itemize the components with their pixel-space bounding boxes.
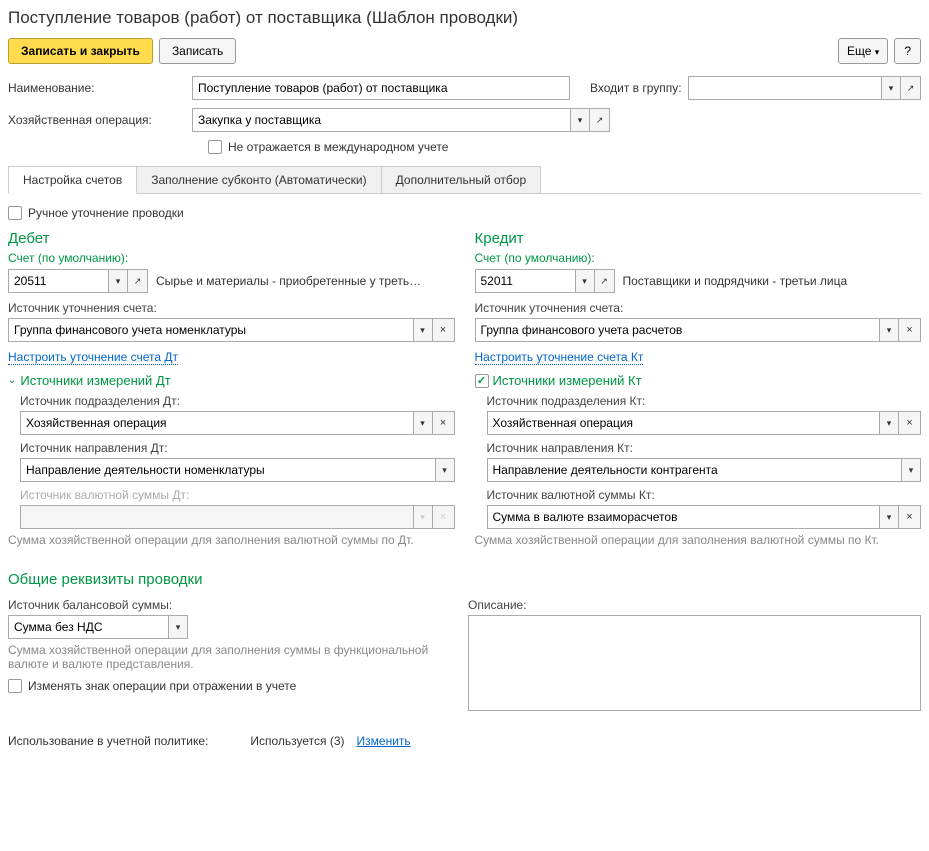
save-button[interactable]: Записать [159, 38, 236, 64]
usage-label: Использование в учетной политике: [8, 734, 208, 748]
credit-src-input[interactable] [475, 318, 880, 342]
debit-src-dropdown[interactable]: ▾ [413, 318, 433, 342]
debit-title: Дебет [8, 230, 455, 247]
credit-account-desc: Поставщики и подрядчики - третьи лица [623, 274, 922, 288]
desc-label: Описание: [468, 598, 921, 612]
credit-account-input[interactable] [475, 269, 575, 293]
credit-account-open[interactable]: ↗ [595, 269, 615, 293]
group-dropdown-button[interactable]: ▾ [881, 76, 901, 100]
operation-label: Хозяйственная операция: [8, 113, 186, 127]
debit-hint: Сумма хозяйственной операции для заполне… [8, 533, 455, 547]
balance-label: Источник балансовой суммы: [8, 598, 448, 612]
credit-sub-dropdown[interactable]: ▾ [879, 411, 899, 435]
credit-column: Кредит Счет (по умолчанию): ▾ ↗ Поставщи… [475, 230, 922, 555]
credit-sub-label: Источник подразделения Кт: [487, 394, 922, 408]
no-intl-label: Не отражается в международном учете [228, 140, 448, 154]
invert-label: Изменять знак операции при отражении в у… [28, 679, 296, 693]
save-close-button[interactable]: Записать и закрыть [8, 38, 153, 64]
toolbar: Записать и закрыть Записать Еще ▾ ? [8, 38, 921, 64]
usage-value: Используется (3) [250, 734, 344, 748]
credit-cur-clear[interactable]: × [899, 505, 921, 529]
credit-dir-dropdown[interactable]: ▾ [901, 458, 921, 482]
debit-dims-expand[interactable]: ⌄ Источники измерений Дт [8, 373, 455, 388]
tab-subconto[interactable]: Заполнение субконто (Автоматически) [136, 166, 381, 193]
credit-dir-label: Источник направления Кт: [487, 441, 922, 455]
debit-dir-dropdown[interactable]: ▾ [435, 458, 455, 482]
debit-dir-label: Источник направления Дт: [20, 441, 455, 455]
credit-cur-dropdown[interactable]: ▾ [879, 505, 899, 529]
debit-cur-clear: × [433, 505, 455, 529]
group-open-button[interactable]: ↗ [901, 76, 921, 100]
debit-cur-input [20, 505, 413, 529]
debit-tune-link[interactable]: Настроить уточнение счета Дт [8, 350, 178, 365]
credit-title: Кредит [475, 230, 922, 247]
common-title: Общие реквизиты проводки [8, 571, 921, 588]
debit-cur-dropdown: ▾ [413, 505, 433, 529]
balance-hint: Сумма хозяйственной операции для заполне… [8, 643, 448, 671]
debit-sub-label: Источник подразделения Дт: [20, 394, 455, 408]
credit-dims-checkbox[interactable] [475, 374, 489, 388]
debit-sub-input[interactable] [20, 411, 413, 435]
usage-change-link[interactable]: Изменить [357, 734, 411, 748]
description-textarea[interactable] [468, 615, 921, 711]
credit-src-label: Источник уточнения счета: [475, 301, 922, 315]
debit-src-clear[interactable]: × [433, 318, 455, 342]
operation-input[interactable] [192, 108, 570, 132]
debit-sub-dropdown[interactable]: ▾ [413, 411, 433, 435]
no-intl-checkbox[interactable] [208, 140, 222, 154]
credit-tune-link[interactable]: Настроить уточнение счета Кт [475, 350, 644, 365]
invert-checkbox[interactable] [8, 679, 22, 693]
balance-dropdown[interactable]: ▾ [168, 615, 188, 639]
more-button[interactable]: Еще ▾ [838, 38, 888, 64]
credit-src-clear[interactable]: × [899, 318, 921, 342]
debit-account-input[interactable] [8, 269, 108, 293]
debit-account-open[interactable]: ↗ [128, 269, 148, 293]
manual-label: Ручное уточнение проводки [28, 206, 184, 220]
debit-sub-clear[interactable]: × [433, 411, 455, 435]
debit-src-label: Источник уточнения счета: [8, 301, 455, 315]
manual-checkbox[interactable] [8, 206, 22, 220]
name-label: Наименование: [8, 81, 186, 95]
credit-dir-input[interactable] [487, 458, 902, 482]
balance-input[interactable] [8, 615, 168, 639]
credit-dims-expand[interactable]: Источники измерений Кт [475, 373, 922, 388]
debit-cur-label: Источник валютной суммы Дт: [20, 488, 455, 502]
credit-sub-clear[interactable]: × [899, 411, 921, 435]
chevron-down-icon: ⌄ [8, 375, 16, 386]
group-label: Входит в группу: [590, 81, 682, 95]
name-input[interactable] [192, 76, 570, 100]
credit-cur-label: Источник валютной суммы Кт: [487, 488, 922, 502]
group-input[interactable] [688, 76, 881, 100]
tabs: Настройка счетов Заполнение субконто (Ав… [8, 166, 921, 194]
debit-column: Дебет Счет (по умолчанию): ▾ ↗ Сырье и м… [8, 230, 455, 555]
tab-accounts[interactable]: Настройка счетов [8, 166, 137, 194]
operation-open-button[interactable]: ↗ [590, 108, 610, 132]
debit-acct-label: Счет (по умолчанию): [8, 251, 455, 265]
chevron-down-icon: ▾ [875, 47, 880, 57]
page-title: Поступление товаров (работ) от поставщик… [8, 8, 921, 28]
credit-hint: Сумма хозяйственной операции для заполне… [475, 533, 922, 547]
debit-src-input[interactable] [8, 318, 413, 342]
debit-account-dropdown[interactable]: ▾ [108, 269, 128, 293]
credit-acct-label: Счет (по умолчанию): [475, 251, 922, 265]
debit-dir-input[interactable] [20, 458, 435, 482]
tab-filter[interactable]: Дополнительный отбор [381, 166, 541, 193]
help-button[interactable]: ? [894, 38, 921, 64]
credit-sub-input[interactable] [487, 411, 880, 435]
credit-src-dropdown[interactable]: ▾ [879, 318, 899, 342]
credit-cur-input[interactable] [487, 505, 880, 529]
debit-account-desc: Сырье и материалы - приобретенные у трет… [156, 274, 455, 288]
credit-account-dropdown[interactable]: ▾ [575, 269, 595, 293]
operation-dropdown-button[interactable]: ▾ [570, 108, 590, 132]
